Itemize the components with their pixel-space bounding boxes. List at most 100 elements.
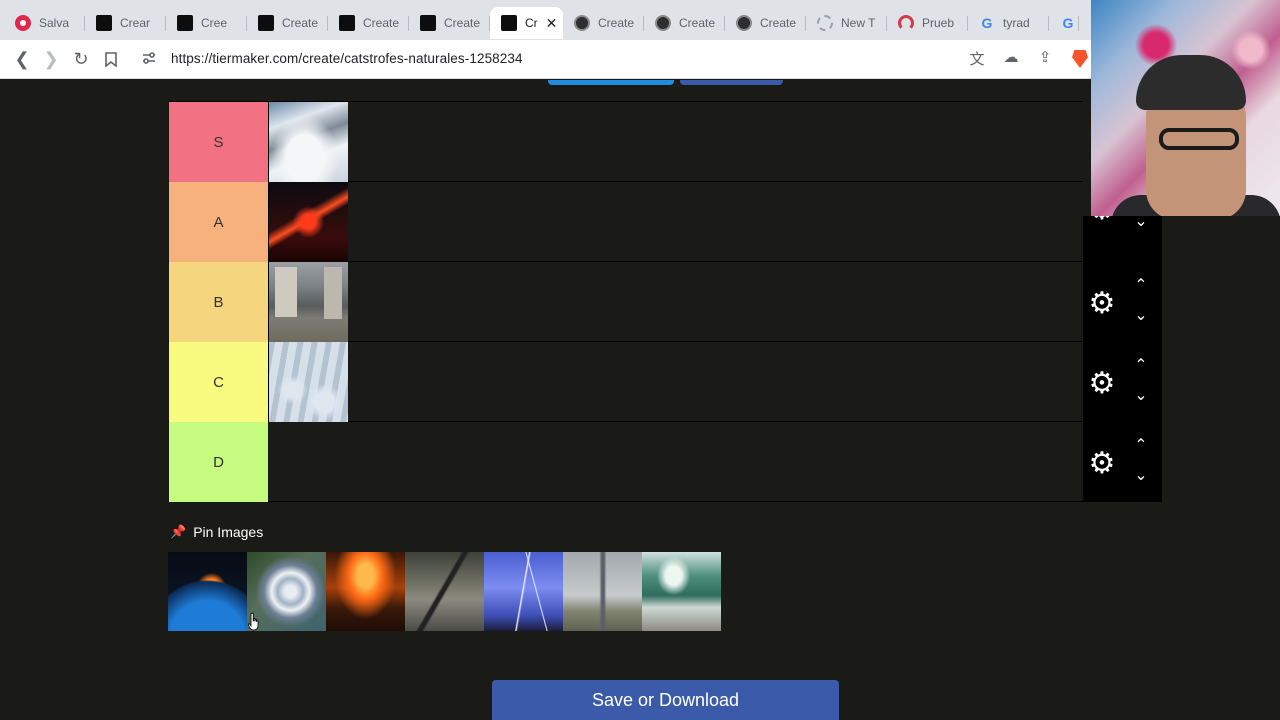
tab-title: Create	[760, 16, 797, 30]
tab-title: Create	[282, 16, 319, 30]
tab-title: Create	[444, 16, 481, 30]
avalanche-image[interactable]	[268, 102, 348, 182]
tier-label[interactable]: S	[169, 102, 268, 182]
tab-title: Cr	[525, 16, 538, 30]
webcam-overlay	[1091, 0, 1280, 216]
tier-control-c: ⚙ ⌃ ⌄	[1083, 346, 1162, 426]
chevron-down-icon[interactable]: ⌄	[1127, 466, 1155, 486]
browser-tab[interactable]: New T	[806, 7, 887, 39]
pin-images-label: Pin Images	[193, 524, 264, 540]
browser-tab[interactable]: G	[1049, 7, 1079, 39]
tab-title: Create	[598, 16, 635, 30]
close-tab-icon[interactable]: ✕	[546, 15, 558, 32]
chevron-up-icon[interactable]: ⌃	[1127, 436, 1155, 456]
flood-image[interactable]	[268, 262, 348, 342]
pin-images-toggle[interactable]: 📌 Pin Images	[170, 522, 263, 542]
browser-tab[interactable]: Create	[247, 7, 328, 39]
gear-icon[interactable]: ⚙	[1086, 368, 1118, 400]
google-icon: G	[1062, 15, 1074, 31]
chevron-down-icon[interactable]: ⌄	[1127, 306, 1155, 326]
browser-tab[interactable]: Prueb	[887, 7, 968, 39]
forward-arrow-icon[interactable]: ❯	[36, 44, 66, 74]
browser-tab[interactable]: Salva	[4, 7, 85, 39]
tier-row-b: B	[168, 262, 1083, 342]
tab-title: Salva	[39, 16, 70, 30]
blizzard-image[interactable]	[268, 342, 348, 422]
gear-icon[interactable]: ⚙	[1086, 288, 1118, 320]
address-bar: ❮ ❯ ↻ https://tiermaker.com/create/catst…	[0, 40, 1280, 79]
browser-tab-active[interactable]: Cr ✕	[490, 7, 563, 39]
tier-items	[268, 102, 348, 182]
tier-controls: ⚙ ⌄ ⚙ ⌃ ⌄ ⚙ ⌃ ⌄ ⚙ ⌃ ⌄	[1083, 194, 1162, 502]
tab-strip: Salva Crear Cree Create Create Create Cr…	[0, 0, 1280, 40]
tiermaker-icon	[96, 15, 112, 31]
tier-label[interactable]: A	[169, 182, 268, 262]
browser-tab[interactable]: Create	[725, 7, 806, 39]
bookmark-icon[interactable]	[96, 44, 126, 74]
wildfire-image[interactable]	[326, 552, 405, 631]
tsunami-image[interactable]	[642, 552, 721, 631]
tab-title: Create	[679, 16, 716, 30]
tier-row-d: D	[168, 422, 1083, 502]
tier-row-c: C	[168, 342, 1083, 422]
save-or-download-button[interactable]: Save or Download	[492, 680, 839, 720]
browser-tab[interactable]: Create	[409, 7, 490, 39]
browser-tab[interactable]: G tyrad	[968, 7, 1049, 39]
brave-shield-icon[interactable]	[1072, 50, 1088, 68]
tier-table: S A B C D	[168, 101, 1083, 502]
chatgpt-icon	[574, 15, 590, 31]
google-icon: G	[981, 15, 993, 31]
tier-items	[268, 182, 348, 262]
tier-items	[268, 262, 348, 342]
tiermaker-icon	[420, 15, 436, 31]
meteor-image[interactable]	[168, 552, 247, 631]
speedtest-icon	[898, 15, 914, 31]
browser-tab[interactable]: Create	[644, 7, 725, 39]
tab-title: New T	[841, 16, 876, 30]
cloud-icon[interactable]: ☁	[1000, 48, 1022, 69]
tiermaker-icon	[177, 15, 193, 31]
tier-row-a: A	[168, 182, 1083, 262]
back-arrow-icon[interactable]: ❮	[7, 44, 37, 74]
tiermaker-icon	[501, 15, 517, 31]
volcano-image[interactable]	[268, 182, 348, 262]
tier-label[interactable]: D	[169, 422, 268, 502]
reload-icon[interactable]: ↻	[66, 44, 96, 74]
gear-icon[interactable]: ⚙	[1086, 448, 1118, 480]
tier-label[interactable]: C	[169, 342, 268, 422]
tier-control-b: ⚙ ⌃ ⌄	[1083, 266, 1162, 346]
chevron-up-icon[interactable]: ⌃	[1127, 276, 1155, 296]
chevron-down-icon[interactable]: ⌄	[1127, 386, 1155, 406]
earthquake-image[interactable]	[405, 552, 484, 631]
tier-control-d: ⚙ ⌃ ⌄	[1083, 426, 1162, 506]
tier-items	[268, 342, 348, 422]
translate-icon[interactable]: 文	[966, 48, 988, 69]
tab-title: tyrad	[1003, 16, 1030, 30]
lightning-image[interactable]	[484, 552, 563, 631]
browser-tab[interactable]: Create	[328, 7, 409, 39]
browser-tab[interactable]: Crear	[85, 7, 166, 39]
top-button-left[interactable]	[548, 80, 674, 85]
share-icon[interactable]: ⇪	[1034, 48, 1056, 69]
hand-cursor-icon	[248, 612, 259, 631]
tab-title: Prueb	[922, 16, 955, 30]
tier-label[interactable]: B	[169, 262, 268, 342]
browser-tab[interactable]: Create	[563, 7, 644, 39]
tornado-image[interactable]	[563, 552, 642, 631]
tab-title: Crear	[120, 16, 151, 30]
tiermaker-icon	[339, 15, 355, 31]
chevron-up-icon[interactable]: ⌃	[1127, 356, 1155, 376]
url-field[interactable]: https://tiermaker.com/create/catstrofes-…	[171, 51, 523, 66]
browser-tab[interactable]: Cree	[166, 7, 247, 39]
tab-title: Create	[363, 16, 400, 30]
tab-title: Cree	[201, 16, 228, 30]
tiermaker-icon	[258, 15, 274, 31]
pushpin-icon: 📌	[170, 524, 187, 539]
tier-row-s: S	[168, 102, 1083, 182]
new-tab-icon	[817, 15, 833, 31]
youtube-icon	[15, 15, 31, 31]
top-button-right[interactable]	[680, 80, 783, 85]
chatgpt-icon	[655, 15, 671, 31]
site-settings-icon[interactable]	[141, 50, 159, 68]
chatgpt-icon	[736, 15, 752, 31]
